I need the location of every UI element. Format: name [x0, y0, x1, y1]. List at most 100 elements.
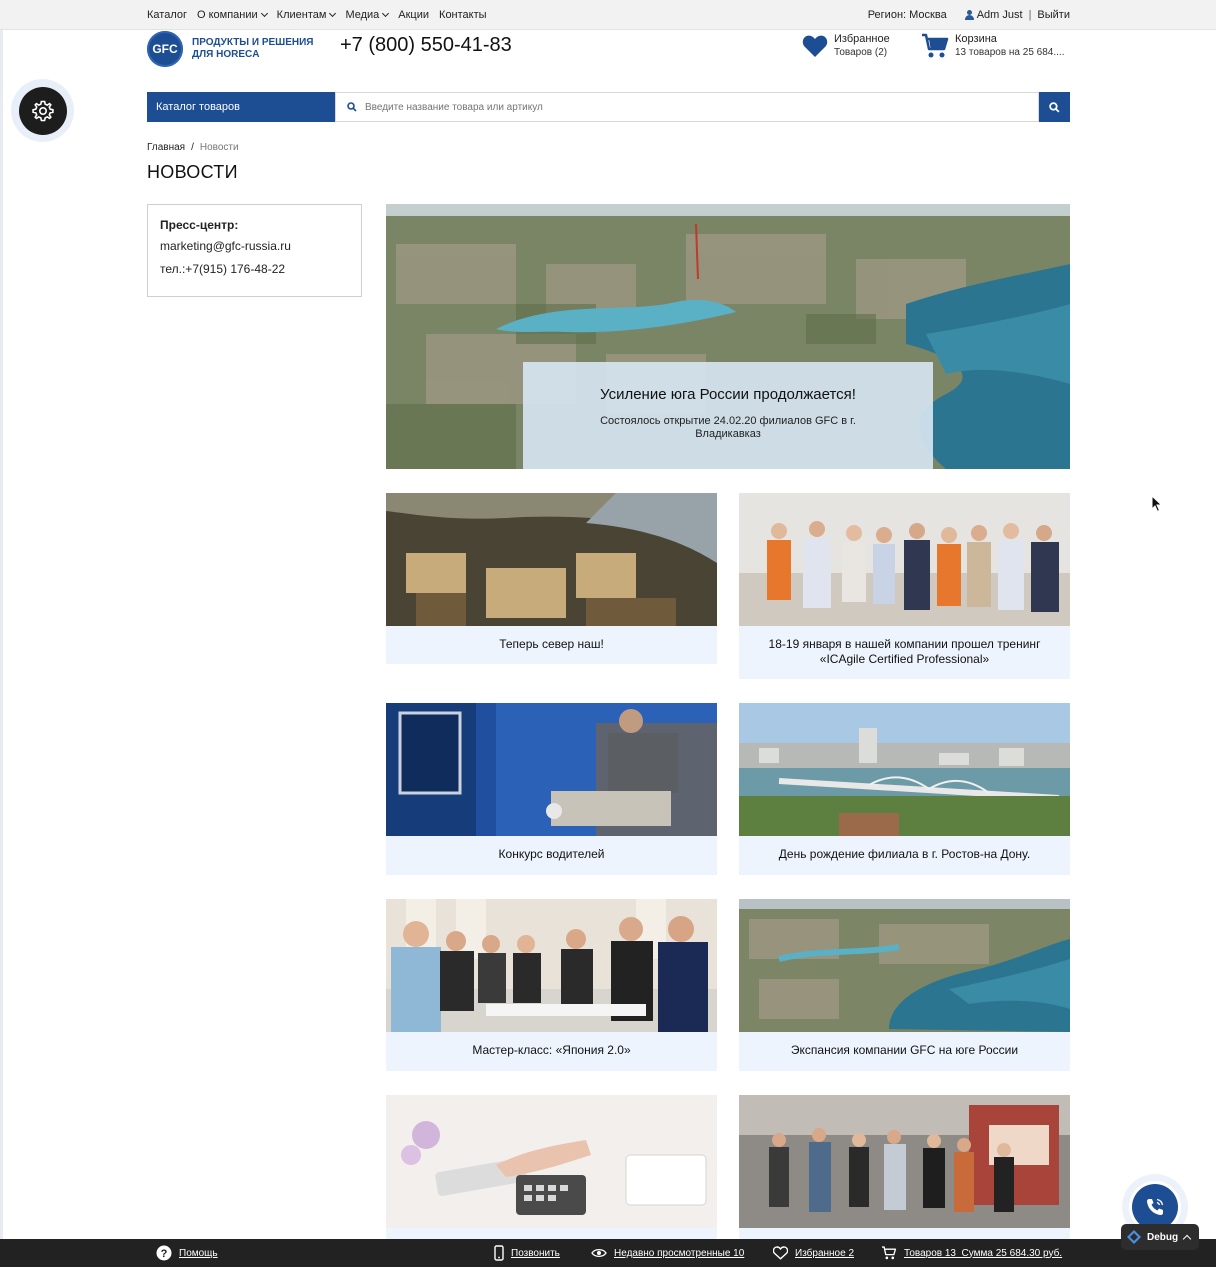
nav-label: Медиа [345, 9, 380, 21]
search-icon [1049, 101, 1060, 113]
hero-title: Усиление юга России продолжается! [600, 386, 856, 403]
news-image [739, 1095, 1070, 1228]
search-icon [347, 102, 357, 112]
breadcrumb-home[interactable]: Главная [147, 142, 185, 153]
chevron-up-icon [1182, 1234, 1192, 1243]
logout-link[interactable]: Выйти [1037, 9, 1070, 21]
news-card[interactable]: День рождение филиала в г. Ростов-на Дон… [739, 703, 1070, 875]
heart-icon [773, 1246, 788, 1260]
user-name[interactable]: Adm Just [977, 9, 1023, 21]
search-field [335, 92, 1039, 122]
recently-viewed-link[interactable]: Недавно просмотренные 10 [591, 1239, 744, 1267]
hero-subtitle: Состоялось открытие 24.02.20 филиалов GF… [600, 415, 856, 440]
search-input[interactable] [365, 101, 1005, 113]
debug-logo-icon [1127, 1230, 1141, 1244]
top-right: Регион: Москва Adm Just | Выйти [868, 9, 1070, 21]
favorites-title: Избранное [834, 33, 890, 45]
logo-tagline: ПРОДУКТЫ И РЕШЕНИЯ ДЛЯ HORECA [192, 37, 314, 60]
header-phone[interactable]: +7 (800) 550-41-83 [340, 34, 512, 57]
news-image [739, 493, 1070, 626]
catalog-button[interactable]: Каталог товаров [147, 92, 335, 122]
search-submit-button[interactable] [1039, 92, 1070, 122]
recently-viewed-label: Недавно просмотренные 10 [614, 1247, 745, 1259]
logo-mark: GFC [147, 31, 183, 67]
news-image [386, 703, 717, 836]
mobile-phone-icon [494, 1245, 504, 1261]
news-card[interactable]: Теперь север наш! [386, 493, 717, 664]
user-icon [964, 10, 974, 20]
help-icon: ? [156, 1245, 172, 1261]
nav-label: Акции [398, 9, 430, 21]
cart-icon [922, 33, 949, 58]
heart-icon [802, 35, 828, 57]
press-center-box: Пресс-центр: marketing@gfc-russia.ru тел… [147, 204, 362, 297]
nav-promo[interactable]: Акции [398, 9, 429, 21]
news-title: День рождение филиала в г. Ростов-на Дон… [778, 847, 1031, 861]
news-card[interactable]: Конкурс водителей [386, 703, 717, 875]
news-image [386, 899, 717, 1032]
chevron-down-icon [329, 9, 337, 18]
press-phone: тел.:+7(915) 176-48-22 [160, 262, 286, 276]
debug-toggle[interactable]: Debug [1121, 1224, 1199, 1250]
region-selector[interactable]: Регион: Москва [868, 9, 947, 21]
news-title: 18-19 января в нашей компании прошел тре… [768, 637, 1041, 666]
cart-link[interactable]: Товаров 13 Сумма 25 684.30 руб. [881, 1239, 1062, 1267]
news-image [739, 703, 1070, 836]
nav-about[interactable]: О компании [197, 9, 268, 21]
news-card[interactable]: 18-19 января в нашей компании прошел тре… [739, 493, 1070, 679]
chevron-down-icon [382, 9, 390, 18]
news-card[interactable]: Экспансия компании GFC на юге России [739, 899, 1070, 1071]
favorites-link[interactable]: Избранное 2 [773, 1239, 854, 1267]
nav-label: О компании [197, 9, 258, 21]
nav-clients[interactable]: Клиентам [276, 9, 337, 21]
cart-label: Товаров 13 Сумма 25 684.30 руб. [904, 1247, 1063, 1259]
header-cart[interactable]: Корзина 13 товаров на 25 684.... [921, 33, 1064, 59]
separator: | [1028, 9, 1032, 21]
cart-icon [881, 1246, 897, 1260]
nav-catalog[interactable]: Каталог [147, 9, 187, 21]
mouse-cursor-icon [1151, 495, 1163, 513]
press-heading: Пресс-центр: [160, 218, 239, 232]
cart-title: Корзина [955, 33, 997, 45]
nav-label: Каталог [147, 9, 187, 21]
news-title: Экспансия компании GFC на юге России [790, 1043, 1019, 1057]
hero-caption: Усиление юга России продолжается! Состоя… [523, 362, 933, 469]
news-image [739, 899, 1070, 1032]
svg-text:?: ? [161, 1248, 168, 1260]
hero-news[interactable]: Усиление юга России продолжается! Состоя… [386, 204, 1070, 469]
nav-label: Клиентам [276, 9, 327, 21]
debug-label: Debug [1147, 1231, 1179, 1243]
bottom-bar: ? Помощь Позвонить Недавно просмотренные… [0, 1239, 1216, 1267]
top-nav: Каталог О компании Клиентам Медиа Акции … [147, 9, 487, 21]
cart-summary: 13 товаров на 25 684.... [955, 47, 1065, 58]
breadcrumb-separator: / [191, 142, 194, 153]
nav-contacts[interactable]: Контакты [439, 9, 487, 21]
news-title: Теперь север наш! [499, 637, 604, 651]
nav-label: Контакты [439, 9, 487, 21]
header-favorites[interactable]: Избранное Товаров (2) [802, 33, 890, 59]
news-card[interactable]: Мастер-класс: «Япония 2.0» [386, 899, 717, 1071]
help-link[interactable]: ? Помощь [156, 1239, 218, 1267]
window-edge [0, 0, 3, 1267]
chevron-down-icon [260, 9, 268, 18]
eye-icon [591, 1248, 607, 1258]
breadcrumb-current: Новости [199, 142, 239, 153]
breadcrumb: Главная / Новости [147, 142, 239, 153]
call-label: Позвонить [511, 1247, 560, 1259]
nav-media[interactable]: Медиа [345, 9, 390, 21]
news-card[interactable] [739, 1095, 1070, 1239]
call-link[interactable]: Позвонить [494, 1239, 560, 1267]
press-email[interactable]: marketing@gfc-russia.ru [160, 235, 349, 258]
page-title: НОВОСТИ [147, 162, 238, 182]
settings-button[interactable] [11, 79, 74, 142]
news-image [386, 493, 717, 626]
favorites-count: Товаров (2) [834, 47, 888, 58]
top-bar: Каталог О компании Клиентам Медиа Акции … [0, 0, 1216, 30]
favorites-label: Избранное 2 [795, 1247, 855, 1259]
help-label: Помощь [179, 1247, 218, 1259]
logo[interactable]: GFC ПРОДУКТЫ И РЕШЕНИЯ ДЛЯ HORECA [147, 31, 322, 67]
gear-icon [31, 100, 54, 121]
news-image [386, 1095, 717, 1228]
news-card[interactable] [386, 1095, 717, 1239]
news-title: Мастер-класс: «Япония 2.0» [472, 1043, 631, 1057]
